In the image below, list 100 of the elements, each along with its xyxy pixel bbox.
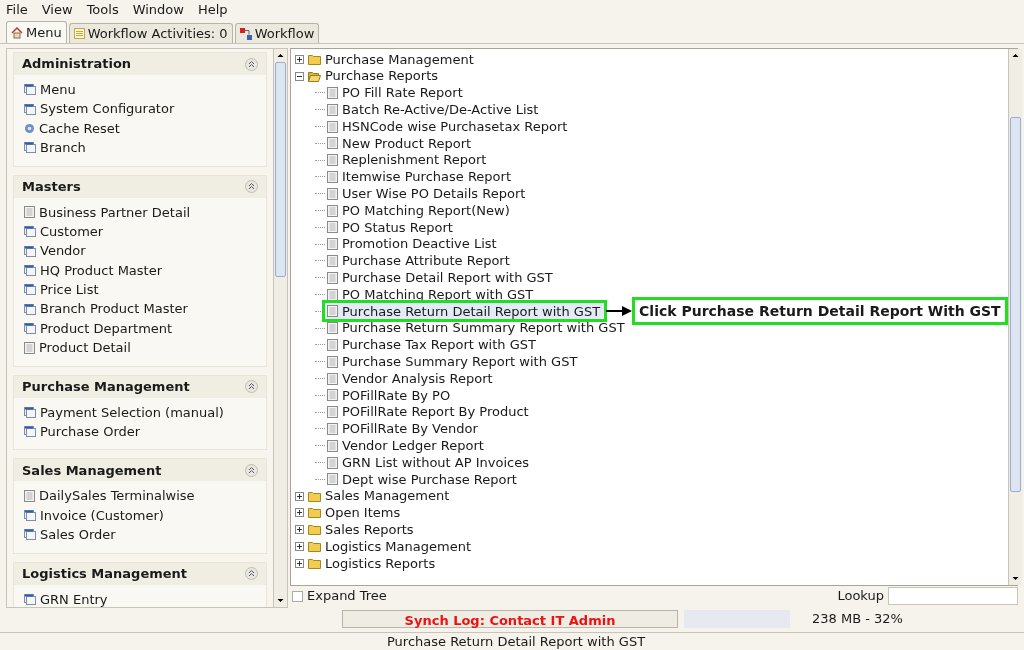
sync-log-button[interactable]: Synch Log: Contact IT Admin <box>342 610 678 628</box>
sidebar-item[interactable]: HQ Product Master <box>24 260 256 281</box>
scroll-thumb[interactable] <box>1009 117 1021 492</box>
sidebar-item[interactable]: Sales Order <box>24 525 256 545</box>
expand-icon[interactable] <box>295 491 304 501</box>
menu-bar-title[interactable]: Help <box>197 0 228 20</box>
list-icon <box>73 28 85 39</box>
sidebar-item[interactable]: Vendor <box>24 241 256 261</box>
tree-node[interactable]: Logistics Management <box>295 538 1008 555</box>
sidebar-item[interactable]: Price List <box>24 280 256 300</box>
scroll-thumb[interactable] <box>275 62 286 277</box>
sidebar-item[interactable]: Cache Reset <box>24 118 256 139</box>
window-icon <box>24 284 36 296</box>
sidebar-item[interactable]: Branch Product Master <box>24 299 256 319</box>
collapse-icon[interactable] <box>245 57 258 71</box>
tree-item[interactable]: GRN List without AP Invoices <box>325 454 533 471</box>
collapse-icon[interactable] <box>245 463 258 477</box>
tree-item[interactable]: PO Matching Report with GST <box>325 286 538 303</box>
tree-item[interactable]: POFillRate By Vendor <box>325 420 482 437</box>
tree-node[interactable]: Purchase Management <box>295 51 1008 68</box>
tree-item[interactable]: Purchase Return Detail Report with GST <box>325 303 605 320</box>
collapse-icon[interactable] <box>245 380 258 394</box>
tree-item[interactable]: Vendor Analysis Report <box>325 370 497 387</box>
sidebar-item[interactable]: GRN Entry <box>24 589 256 607</box>
menu-bar-title[interactable]: Tools <box>86 0 119 20</box>
gear-icon <box>24 122 35 134</box>
document-icon <box>327 120 338 133</box>
folder-icon <box>308 53 321 65</box>
tree-item[interactable]: HSNCode wise Purchasetax Report <box>325 118 572 135</box>
document-icon <box>327 254 338 267</box>
sidebar-item[interactable]: DailySales Terminalwise <box>24 486 256 506</box>
tree-item[interactable]: User Wise PO Details Report <box>325 185 530 202</box>
tree-item[interactable]: Purchase Detail Report with GST <box>325 269 557 286</box>
tree-item[interactable]: Replenishment Report <box>325 152 491 169</box>
document-icon <box>327 422 338 435</box>
tree-item[interactable]: Purchase Summary Report with GST <box>325 353 582 370</box>
expand-icon[interactable] <box>295 525 304 535</box>
collapse-icon[interactable] <box>245 567 258 581</box>
tree-item[interactable]: PO Status Report <box>325 219 457 236</box>
tab[interactable]: Menu <box>6 21 67 43</box>
menu-bar-title[interactable]: View <box>41 0 73 20</box>
menu-bar-title[interactable]: File <box>6 0 28 20</box>
tree-item[interactable]: Vendor Ledger Report <box>325 437 488 454</box>
document-icon <box>24 342 35 354</box>
expand-icon[interactable] <box>295 508 304 518</box>
tree-item[interactable]: Batch Re-Active/De-Active List <box>325 101 543 118</box>
sidebar-item[interactable]: Payment Selection (manual) <box>24 402 256 423</box>
expand-tree-checkbox[interactable]: Expand Tree <box>292 586 387 606</box>
sidebar-scrollbar[interactable] <box>273 49 287 607</box>
tree-item[interactable]: PO Fill Rate Report <box>325 85 467 101</box>
window-icon <box>24 142 36 154</box>
tree-item[interactable]: Dept wise Purchase Report <box>325 471 521 488</box>
tab[interactable]: Workflow <box>234 23 320 43</box>
window-icon <box>24 103 36 115</box>
sidebar-item[interactable]: Purchase Order <box>24 422 256 442</box>
document-icon <box>327 355 338 368</box>
sidebar-item[interactable]: Branch <box>24 138 256 158</box>
tree-scrollbar[interactable] <box>1007 49 1022 585</box>
tree-node[interactable]: Open Items <box>295 504 1008 522</box>
window-icon <box>24 226 36 238</box>
lookup-label: Lookup <box>837 587 884 606</box>
document-icon <box>24 206 35 219</box>
document-icon <box>327 322 338 335</box>
expand-icon[interactable] <box>295 542 304 551</box>
tree-item[interactable]: Purchase Attribute Report <box>325 252 514 269</box>
sidebar-item[interactable]: Invoice (Customer) <box>24 505 256 526</box>
tree-node[interactable]: Sales Management <box>295 487 1008 505</box>
document-icon <box>327 305 338 318</box>
tree-node[interactable]: Purchase Reports <box>295 67 1008 85</box>
sidebar-item[interactable]: Customer <box>24 221 256 242</box>
document-icon <box>327 170 338 183</box>
lookup-field[interactable] <box>888 587 1018 605</box>
menu-bar-title[interactable]: Window <box>132 0 184 20</box>
tree-item[interactable]: POFillRate Report By Product <box>325 404 533 421</box>
collapse-icon[interactable] <box>295 71 304 81</box>
sidebar-item[interactable]: Product Department <box>24 318 256 339</box>
sidebar-item[interactable]: Business Partner Detail <box>24 202 256 222</box>
document-icon <box>327 238 338 251</box>
collapse-icon[interactable] <box>245 180 258 194</box>
tree-item[interactable]: Itemwise Purchase Report <box>325 168 515 185</box>
expand-icon[interactable] <box>295 54 304 64</box>
document-icon <box>327 338 338 351</box>
folder-icon <box>308 524 321 536</box>
document-icon <box>327 137 338 150</box>
sidebar-item[interactable]: Menu <box>24 80 256 100</box>
tree-node[interactable]: Logistics Reports <box>295 554 1008 572</box>
tree-item[interactable]: Purchase Tax Report with GST <box>325 336 540 353</box>
sidebar-item[interactable]: Product Detail <box>24 338 256 358</box>
tab[interactable]: Workflow Activities: 0 <box>68 23 233 43</box>
window-icon <box>24 406 36 418</box>
tree-item[interactable]: POFillRate By PO <box>325 387 455 404</box>
tree-item[interactable]: PO Matching Report(New) <box>325 202 514 219</box>
tree-item[interactable]: Promotion Deactive List <box>325 236 501 253</box>
window-icon <box>24 529 36 541</box>
folder-icon <box>308 490 321 502</box>
tree-item[interactable]: New Product Report <box>325 135 476 152</box>
expand-icon[interactable] <box>295 558 304 568</box>
tree-node[interactable]: Sales Reports <box>295 521 1008 539</box>
sidebar-item[interactable]: System Configurator <box>24 99 256 119</box>
tree-item[interactable]: Purchase Return Summary Report with GST <box>325 320 629 337</box>
